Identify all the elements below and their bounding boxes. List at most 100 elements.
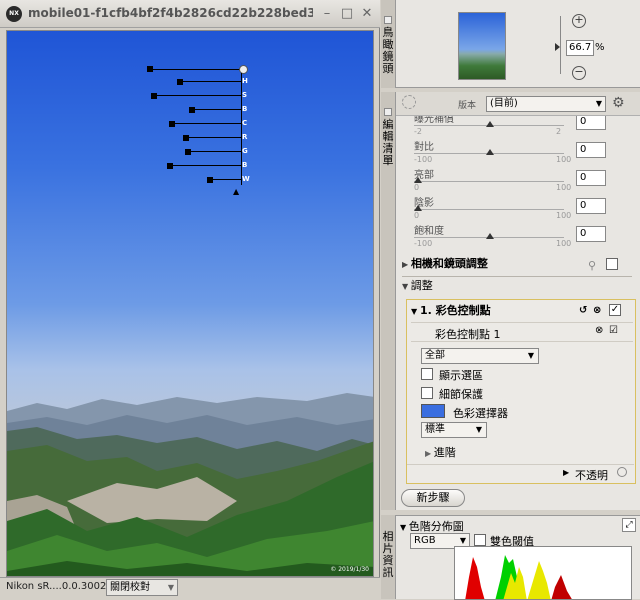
- link-icon: ⚲: [588, 259, 597, 272]
- panel-toggle-icon[interactable]: [384, 16, 392, 24]
- slider-label: 曝光補償: [414, 116, 454, 125]
- slider-row: 對比 -100 100 0: [396, 136, 640, 164]
- slider-min: 0: [414, 183, 420, 192]
- slider-label: 飽和度: [414, 226, 444, 237]
- slider-track[interactable]: [414, 181, 564, 182]
- slider-blue-thumb[interactable]: [167, 163, 173, 169]
- slider-max: 100: [556, 239, 572, 246]
- histogram-header[interactable]: ▼ 色階分佈圖: [400, 518, 464, 534]
- slider-warmth-thumb[interactable]: [207, 177, 213, 183]
- soft-proof-dropdown[interactable]: 關閉校對 ▼: [106, 579, 178, 596]
- dual-threshold-checkbox[interactable]: [474, 534, 486, 546]
- version-dropdown[interactable]: (目前) ▼: [486, 96, 606, 112]
- slider-max: 100: [556, 183, 572, 192]
- new-step-button[interactable]: 新步驟: [401, 489, 465, 507]
- minimize-icon[interactable]: –: [320, 7, 334, 21]
- reset-icon[interactable]: ↺: [579, 302, 587, 320]
- tab-birds-eye-label: 鳥瞰鏡頭: [382, 26, 394, 75]
- opacity-dial-icon[interactable]: [617, 467, 627, 477]
- color-control-point[interactable]: H S B C R G B W ▲: [147, 65, 257, 215]
- color-cp-header[interactable]: ▼ 1. 彩色控制點 ↺ ⊗ ✓: [411, 302, 631, 320]
- tab-photo-info[interactable]: 相片資訊: [381, 515, 396, 599]
- tab-edit-list[interactable]: 編輯清單: [381, 92, 396, 510]
- slider-brightness-label: B: [242, 105, 248, 113]
- histogram-panel: ▼ 色階分佈圖 ⤢ RGB ▼ 雙色閾值: [396, 515, 640, 600]
- slider-value-input[interactable]: 0: [576, 226, 606, 242]
- slider-value-input[interactable]: 0: [576, 116, 606, 130]
- zoom-input[interactable]: 66.7: [566, 40, 594, 56]
- control-point-size-line: [151, 69, 241, 70]
- color-swatch[interactable]: [421, 404, 445, 418]
- opacity-label: 不透明: [575, 469, 608, 482]
- maximize-icon[interactable]: □: [340, 7, 354, 21]
- slider-row: 飽和度 -100 100 0: [396, 220, 640, 246]
- quick-fix-sliders: 曝光補償 -2 2 0 對比 -100 100 0 亮部 0 100 0 陰影 0 100 0 飽和度 -100 1…: [396, 116, 640, 246]
- slider-min: -2: [414, 127, 422, 136]
- slider-warmth-line: [211, 179, 241, 180]
- slider-saturation-thumb[interactable]: [151, 93, 157, 99]
- version-row: 版本 (目前) ▼ ⚙: [396, 92, 640, 116]
- zoom-out-icon[interactable]: −: [572, 66, 586, 80]
- slider-red-thumb[interactable]: [183, 135, 189, 141]
- slider-blue-line: [171, 165, 241, 166]
- step-enable-checkbox[interactable]: ✓: [609, 304, 621, 316]
- cp-item-check-icon[interactable]: ☑: [609, 325, 618, 336]
- scope-dropdown[interactable]: 全部 ▼: [421, 348, 539, 364]
- right-panel: 鳥瞰鏡頭 + 66.7 % − 編輯清單 版本 (目前) ▼ ⚙ ▲ ▼ 曝光: [381, 0, 640, 600]
- close-icon[interactable]: ✕: [360, 7, 374, 21]
- histogram-graph: [454, 546, 632, 600]
- slider-row: 曝光補償 -2 2 0: [396, 116, 640, 136]
- slider-thumb[interactable]: [486, 121, 494, 127]
- mode-dropdown[interactable]: 標準 ▼: [421, 422, 487, 438]
- slider-row: 陰影 0 100 0: [396, 192, 640, 220]
- birds-eye-thumbnail[interactable]: [458, 12, 506, 80]
- slider-saturation-line: [155, 95, 241, 96]
- chevron-down-icon: ▼: [402, 282, 411, 291]
- scope-value: 全部: [425, 350, 445, 361]
- tab-birds-eye[interactable]: 鳥瞰鏡頭: [381, 0, 396, 88]
- slider-thumb[interactable]: [486, 233, 494, 239]
- color-profile-text: Nikon sR....0.0.3002: [6, 581, 107, 592]
- collapse-triangle-icon[interactable]: ▲: [233, 187, 239, 196]
- chevron-down-icon: ▼: [411, 307, 420, 316]
- zoom-slider-thumb[interactable]: [555, 43, 560, 51]
- camera-lens-section[interactable]: ▶ 相機和鏡頭調整 ⚲: [402, 255, 632, 273]
- slider-min: -100: [414, 239, 433, 246]
- slider-green-thumb[interactable]: [185, 149, 191, 155]
- advanced-toggle[interactable]: ▶ 進階: [425, 444, 456, 460]
- slider-track[interactable]: [414, 209, 564, 210]
- window-titlebar[interactable]: NX mobile01-f1cfb4bf2f4b2826cd22b228bed3…: [0, 0, 380, 28]
- show-selection-checkbox[interactable]: [421, 368, 433, 380]
- delete-icon[interactable]: ⊗: [593, 302, 601, 320]
- camera-lens-checkbox[interactable]: [606, 258, 618, 270]
- slider-thumb[interactable]: [486, 149, 494, 155]
- histogram-plot: [465, 555, 572, 599]
- slider-hue-thumb[interactable]: [177, 79, 183, 85]
- gear-icon[interactable]: ⚙: [612, 95, 625, 111]
- slider-value-input[interactable]: 0: [576, 198, 606, 214]
- panel-toggle-icon[interactable]: [384, 108, 392, 116]
- delete-icon[interactable]: ⊗: [595, 325, 603, 336]
- slider-value-input[interactable]: 0: [576, 170, 606, 186]
- slider-brightness-thumb[interactable]: [189, 107, 195, 113]
- color-control-point-step: ▼ 1. 彩色控制點 ↺ ⊗ ✓ 彩色控制點 1 ⊗ ☑ 全部 ▼ 顯示選區 細…: [406, 299, 636, 484]
- zoom-unit: %: [595, 42, 605, 53]
- slider-hue-label: H: [242, 77, 248, 85]
- zoom-in-icon[interactable]: +: [572, 14, 586, 28]
- protect-detail-checkbox[interactable]: [421, 387, 433, 399]
- slider-brightness-line: [193, 109, 241, 110]
- image-window: NX mobile01-f1cfb4bf2f4b2826cd22b228bed3…: [0, 0, 380, 599]
- cp-item-row[interactable]: 彩色控制點 1 ⊗ ☑: [411, 322, 633, 342]
- window-title: mobile01-f1cfb4bf2f4b2826cd22b228bed3737…: [28, 6, 313, 20]
- zoom-slider-track[interactable]: [560, 16, 561, 74]
- slider-contrast-label: C: [242, 119, 248, 127]
- photo-canvas[interactable]: © 2019/1/30 H S B C R G B W ▲: [6, 30, 374, 577]
- color-picker-label: 色彩選擇器: [453, 407, 508, 420]
- slider-min: -100: [414, 155, 433, 164]
- slider-contrast-thumb[interactable]: [169, 121, 175, 127]
- adjust-section[interactable]: ▼ 調整: [402, 276, 632, 294]
- tab-photo-info-label: 相片資訊: [382, 530, 394, 579]
- slider-value-input[interactable]: 0: [576, 142, 606, 158]
- histogram-options-icon[interactable]: ⤢: [622, 518, 636, 532]
- opacity-row[interactable]: ▶ 不透明: [407, 464, 634, 482]
